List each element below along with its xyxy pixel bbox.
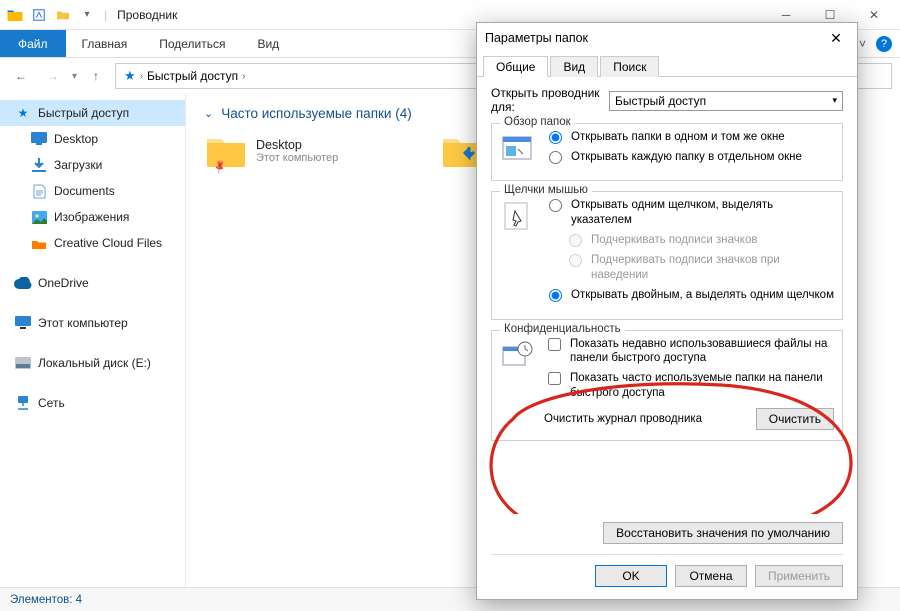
- nav-forward-button[interactable]: →: [40, 63, 66, 89]
- checkbox-recent-files[interactable]: Показать недавно использовавшиеся файлы …: [544, 337, 834, 366]
- folder-item-desktop[interactable]: 📌 Desktop Этот компьютер: [204, 131, 414, 171]
- open-explorer-select[interactable]: Быстрый доступ ▾: [609, 91, 843, 111]
- chevron-down-icon: ⌄: [204, 107, 213, 120]
- folder-options-dialog: Параметры папок ✕ Общие Вид Поиск Открыт…: [476, 22, 858, 600]
- help-icon[interactable]: ?: [876, 36, 892, 52]
- tree-this-pc[interactable]: Этот компьютер: [0, 310, 185, 336]
- nav-history-dropdown[interactable]: ▾: [72, 71, 77, 82]
- dialog-close-button[interactable]: ✕: [823, 30, 849, 47]
- ok-button[interactable]: OK: [595, 565, 667, 587]
- tree-onedrive[interactable]: OneDrive: [0, 270, 185, 296]
- ribbon-view-tab[interactable]: Вид: [241, 30, 295, 57]
- this-pc-icon: [14, 314, 32, 332]
- tree-downloads[interactable]: Загрузки: [0, 152, 185, 178]
- tab-view[interactable]: Вид: [550, 56, 598, 77]
- pictures-icon: [30, 208, 48, 226]
- creative-cloud-icon: [30, 234, 48, 252]
- radio-underline-always: Подчеркивать подписи значков: [564, 233, 834, 247]
- tree-documents[interactable]: Documents: [0, 178, 185, 204]
- radio-underline-hover: Подчеркивать подписи значков при наведен…: [564, 253, 834, 282]
- nav-back-button[interactable]: ←: [8, 63, 34, 89]
- browse-folders-icon: [500, 132, 536, 166]
- cancel-button[interactable]: Отмена: [675, 565, 747, 587]
- breadcrumb-segment[interactable]: ★ › Быстрый доступ ›: [120, 68, 249, 84]
- ribbon-home-tab[interactable]: Главная: [66, 30, 144, 57]
- click-icon: [500, 200, 536, 234]
- tree-pictures[interactable]: Изображения: [0, 204, 185, 230]
- dialog-titlebar: Параметры папок ✕: [477, 23, 857, 53]
- radio-double-click[interactable]: Открывать двойным, а выделять одним щелч…: [544, 288, 834, 302]
- documents-icon: [30, 182, 48, 200]
- clear-history-label: Очистить журнал проводника: [544, 413, 702, 425]
- window-title: Проводник: [117, 8, 177, 22]
- qat-newfolder-icon[interactable]: [52, 4, 74, 26]
- tree-quick-access[interactable]: ★ Быстрый доступ: [0, 100, 185, 126]
- quick-access-star-icon: ★: [124, 68, 136, 84]
- chevron-down-icon: ▾: [832, 95, 837, 106]
- dialog-tabs: Общие Вид Поиск: [477, 53, 857, 77]
- navigation-tree: ★ Быстрый доступ Desktop Загрузки Docume…: [0, 94, 186, 587]
- explorer-icon: [4, 4, 26, 26]
- open-explorer-label: Открыть проводник для:: [491, 87, 601, 115]
- restore-defaults-button[interactable]: Восстановить значения по умолчанию: [603, 522, 843, 544]
- clear-history-button[interactable]: Очистить: [756, 408, 834, 430]
- privacy-icon: [500, 339, 536, 373]
- ribbon-share-tab[interactable]: Поделиться: [143, 30, 241, 57]
- ribbon-file-tab[interactable]: Файл: [0, 30, 66, 57]
- quick-access-star-icon: ★: [14, 104, 32, 122]
- downloads-icon: [30, 156, 48, 174]
- breadcrumb-text: Быстрый доступ: [147, 69, 238, 83]
- checkbox-frequent-folders[interactable]: Показать часто используемые папки на пан…: [544, 371, 834, 400]
- qat-customize-icon[interactable]: ▾: [76, 4, 98, 26]
- onedrive-icon: [14, 274, 32, 292]
- disk-icon: [14, 354, 32, 372]
- radio-same-window[interactable]: Открывать папки в одном и том же окне: [544, 130, 834, 144]
- desktop-icon: [30, 130, 48, 148]
- group-click-behavior: Щелчки мышью Открывать одним щелчком, вы…: [491, 191, 843, 319]
- tree-local-disk[interactable]: Локальный диск (E:): [0, 350, 185, 376]
- network-icon: [14, 394, 32, 412]
- close-button[interactable]: ✕: [852, 0, 896, 30]
- tree-network[interactable]: Сеть: [0, 390, 185, 416]
- dialog-title: Параметры папок: [485, 31, 588, 45]
- group-privacy: Конфиденциальность Показать недавно испо…: [491, 330, 843, 442]
- group-browse-folders: Обзор папок Открывать папки в одном и то…: [491, 123, 843, 182]
- tab-general[interactable]: Общие: [483, 56, 548, 77]
- status-item-count: Элементов: 4: [10, 594, 82, 606]
- tab-search[interactable]: Поиск: [600, 56, 659, 77]
- folder-icon: 📌: [204, 131, 248, 171]
- radio-new-window[interactable]: Открывать каждую папку в отдельном окне: [544, 150, 834, 164]
- tree-creative-cloud[interactable]: Creative Cloud Files: [0, 230, 185, 256]
- qat-properties-icon[interactable]: [28, 4, 50, 26]
- radio-single-click[interactable]: Открывать одним щелчком, выделять указат…: [544, 198, 834, 227]
- apply-button[interactable]: Применить: [755, 565, 843, 587]
- tree-desktop[interactable]: Desktop: [0, 126, 185, 152]
- nav-up-button[interactable]: ↑: [83, 63, 109, 89]
